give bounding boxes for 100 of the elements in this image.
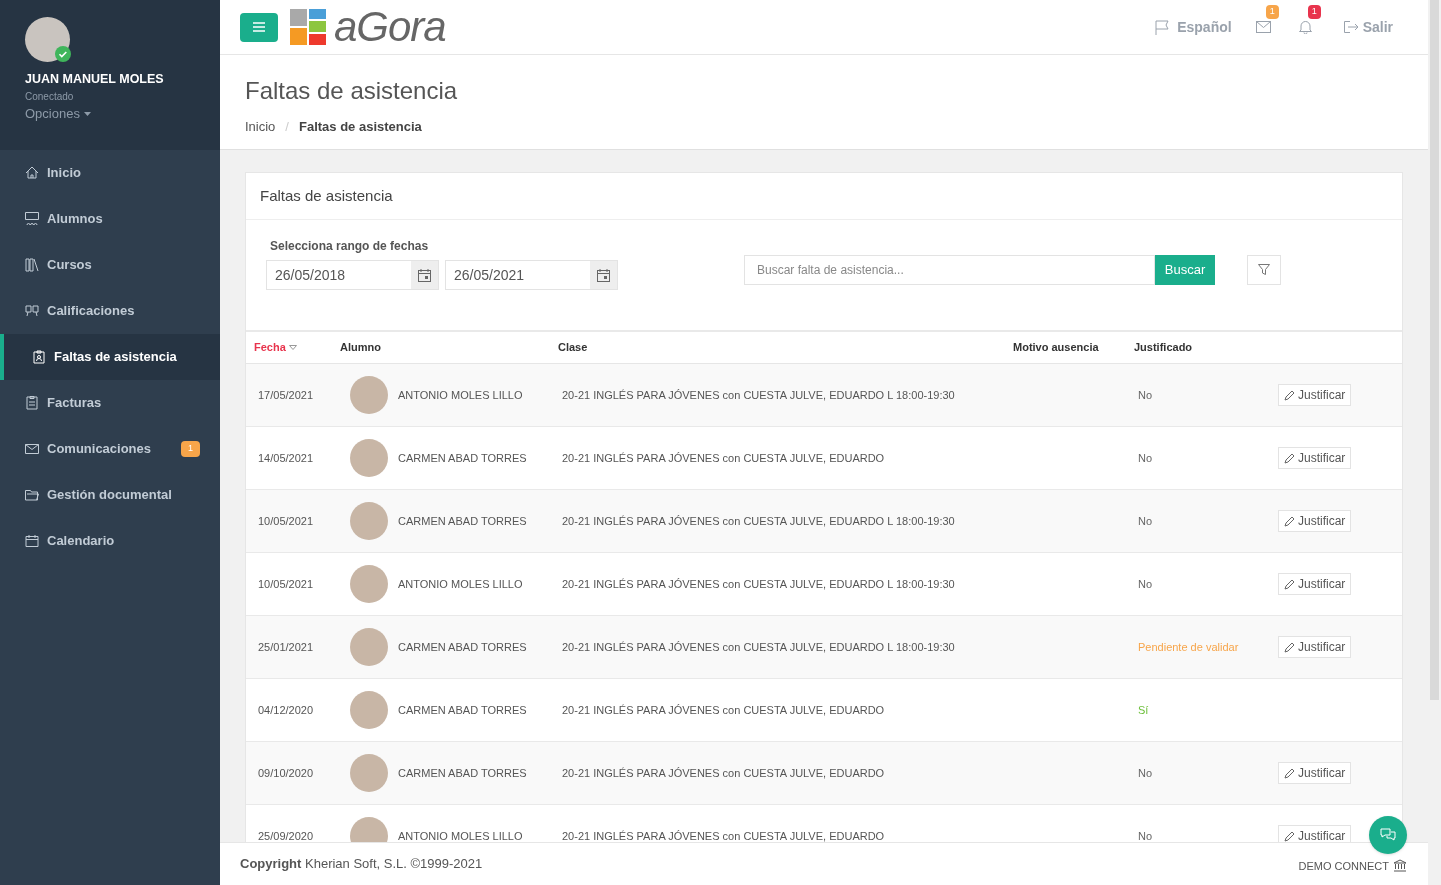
student-name: CARMEN ABAD TORRES <box>398 702 527 718</box>
sidebar-item[interactable]: Alumnos <box>0 196 220 242</box>
justify-button[interactable]: Justificar <box>1278 447 1352 469</box>
sidebar-item[interactable]: Calendario <box>0 518 220 564</box>
avatar-placeholder <box>25 17 70 62</box>
table-cell-text: 09/10/2020 <box>257 765 315 781</box>
filter-icon <box>1258 264 1270 276</box>
avatar-placeholder <box>350 628 388 666</box>
pencil-icon <box>1284 641 1295 653</box>
bank-icon <box>1393 858 1407 872</box>
avatar-placeholder <box>350 691 388 729</box>
breadcrumb-separator: / <box>285 118 289 136</box>
table-cell-text: 25/01/2021 <box>257 639 315 655</box>
calendar-icon <box>25 534 39 548</box>
student-name: CARMEN ABAD TORRES <box>398 765 527 781</box>
filter-button[interactable] <box>1247 255 1281 285</box>
calendar-icon <box>597 268 610 282</box>
page-title: Faltas de asistencia <box>245 76 459 106</box>
books-icon <box>25 258 39 272</box>
logo-icon <box>290 9 326 45</box>
justified-status: No <box>1137 765 1154 781</box>
notification-badge: 1 <box>1307 5 1321 19</box>
justified-status: No <box>1137 576 1154 592</box>
student-name: ANTONIO MOLES LILLO <box>398 828 523 842</box>
options-dropdown[interactable]: Opciones <box>25 103 91 124</box>
count-badge: 1 <box>181 441 200 457</box>
table-cell-text: 20-21 INGLÉS PARA JÓVENES con CUESTA JULVE, EDUARDO <box>561 450 886 466</box>
bell-icon <box>1299 20 1313 34</box>
avatar-placeholder <box>350 565 388 603</box>
home-icon <box>25 166 39 180</box>
justify-button[interactable]: Justificar <box>1278 510 1352 532</box>
clipboard-icon <box>32 350 46 364</box>
pencil-icon <box>1284 515 1295 527</box>
card-title: Faltas de asistencia <box>246 173 1402 220</box>
table-cell-text: 10/05/2021 <box>257 513 315 529</box>
justified-status: Pendiente de validar <box>1137 639 1240 655</box>
date-field[interactable]: 26/05/2021 <box>445 260 618 290</box>
sidebar-item[interactable]: Inicio <box>0 150 220 196</box>
table-cell-text: 20-21 INGLÉS PARA JÓVENES con CUESTA JULVE, EDUARDO L 18:00-19:30 <box>561 639 956 655</box>
mail-icon <box>25 442 39 456</box>
sidebar-item[interactable]: Facturas <box>0 380 220 426</box>
check-icon <box>55 46 71 62</box>
breadcrumb-link[interactable]: Inicio <box>245 117 276 137</box>
column-header[interactable]: Fecha <box>246 339 340 356</box>
table-cell-text: 20-21 INGLÉS PARA JÓVENES con CUESTA JULVE, EDUARDO L 18:00-19:30 <box>561 576 956 592</box>
flag-icon <box>1155 19 1170 35</box>
table-cell-text: 17/05/2021 <box>257 387 315 403</box>
student-name: ANTONIO MOLES LILLO <box>398 576 523 592</box>
logout-icon <box>1343 21 1359 33</box>
table-cell-text: 20-21 INGLÉS PARA JÓVENES con CUESTA JULVE, EDUARDO L 18:00-19:30 <box>561 387 956 403</box>
document-icon <box>25 396 39 410</box>
breadcrumb-current: Faltas de asistencia <box>299 118 422 136</box>
pencil-icon <box>1284 578 1295 590</box>
table-cell-text: 04/12/2020 <box>257 702 315 718</box>
student-name: CARMEN ABAD TORRES <box>398 639 527 655</box>
pencil-icon <box>1284 389 1295 401</box>
column-header[interactable]: Clase <box>558 339 1013 356</box>
column-header[interactable]: Justificado <box>1134 339 1284 356</box>
menu-button[interactable] <box>240 12 278 42</box>
sidebar-item[interactable]: Calificaciones <box>0 288 220 334</box>
pencil-icon <box>1284 830 1295 842</box>
table-cell-text: 20-21 INGLÉS PARA JÓVENES con CUESTA JULVE, EDUARDO L 18:00-19:30 <box>561 513 956 529</box>
search-field[interactable]: Buscar falta de asistencia... <box>744 255 1155 285</box>
justify-button[interactable]: Justificar <box>1278 573 1352 595</box>
justified-status: Sí <box>1137 702 1150 718</box>
justify-button[interactable]: Justificar <box>1278 636 1352 658</box>
folder-icon <box>25 488 39 502</box>
column-header[interactable]: Motivo ausencia <box>1013 339 1134 356</box>
date-field[interactable]: 26/05/2018 <box>266 260 439 290</box>
mail-icon <box>1256 21 1272 33</box>
pencil-icon <box>1284 767 1295 779</box>
avatar-placeholder <box>350 439 388 477</box>
pencil-icon <box>1284 452 1295 464</box>
sidebar-item[interactable]: Comunicaciones 1 <box>0 426 220 472</box>
column-header[interactable]: Alumno <box>340 339 558 356</box>
mail-badge: 1 <box>1265 5 1279 19</box>
sidebar-item[interactable]: Cursos <box>0 242 220 288</box>
justified-status: No <box>1137 387 1154 403</box>
table-cell-text: 25/09/2020 <box>257 828 315 842</box>
table-cell-text: 14/05/2021 <box>257 450 315 466</box>
copyright-text: Copyright Kherian Soft, S.L. ©1999-2021 <box>240 855 483 874</box>
table-cell-text: 20-21 INGLÉS PARA JÓVENES con CUESTA JULVE, EDUARDO <box>561 828 886 842</box>
avatar-placeholder <box>350 376 388 414</box>
scrollbar-thumb[interactable] <box>1430 0 1439 700</box>
field-label: Selecciona rango de fechas <box>269 238 430 255</box>
sidebar-item[interactable]: Gestión documental <box>0 472 220 518</box>
justify-button[interactable]: Justificar <box>1278 762 1352 784</box>
avatar-placeholder <box>350 754 388 792</box>
justify-button[interactable]: Justificar <box>1278 384 1352 406</box>
justify-button[interactable]: Justificar <box>1278 825 1352 842</box>
justified-status: No <box>1137 450 1154 466</box>
table-cell-text: 20-21 INGLÉS PARA JÓVENES con CUESTA JULVE, EDUARDO <box>561 702 886 718</box>
student-name: ANTONIO MOLES LILLO <box>398 387 523 403</box>
chat-icon <box>1380 828 1396 842</box>
justified-status: No <box>1137 513 1154 529</box>
avatar-placeholder <box>350 502 388 540</box>
sidebar-item[interactable]: Faltas de asistencia <box>0 334 220 380</box>
sort-icon <box>288 345 297 350</box>
calendar-icon <box>418 268 431 282</box>
table-cell-text: 10/05/2021 <box>257 576 315 592</box>
